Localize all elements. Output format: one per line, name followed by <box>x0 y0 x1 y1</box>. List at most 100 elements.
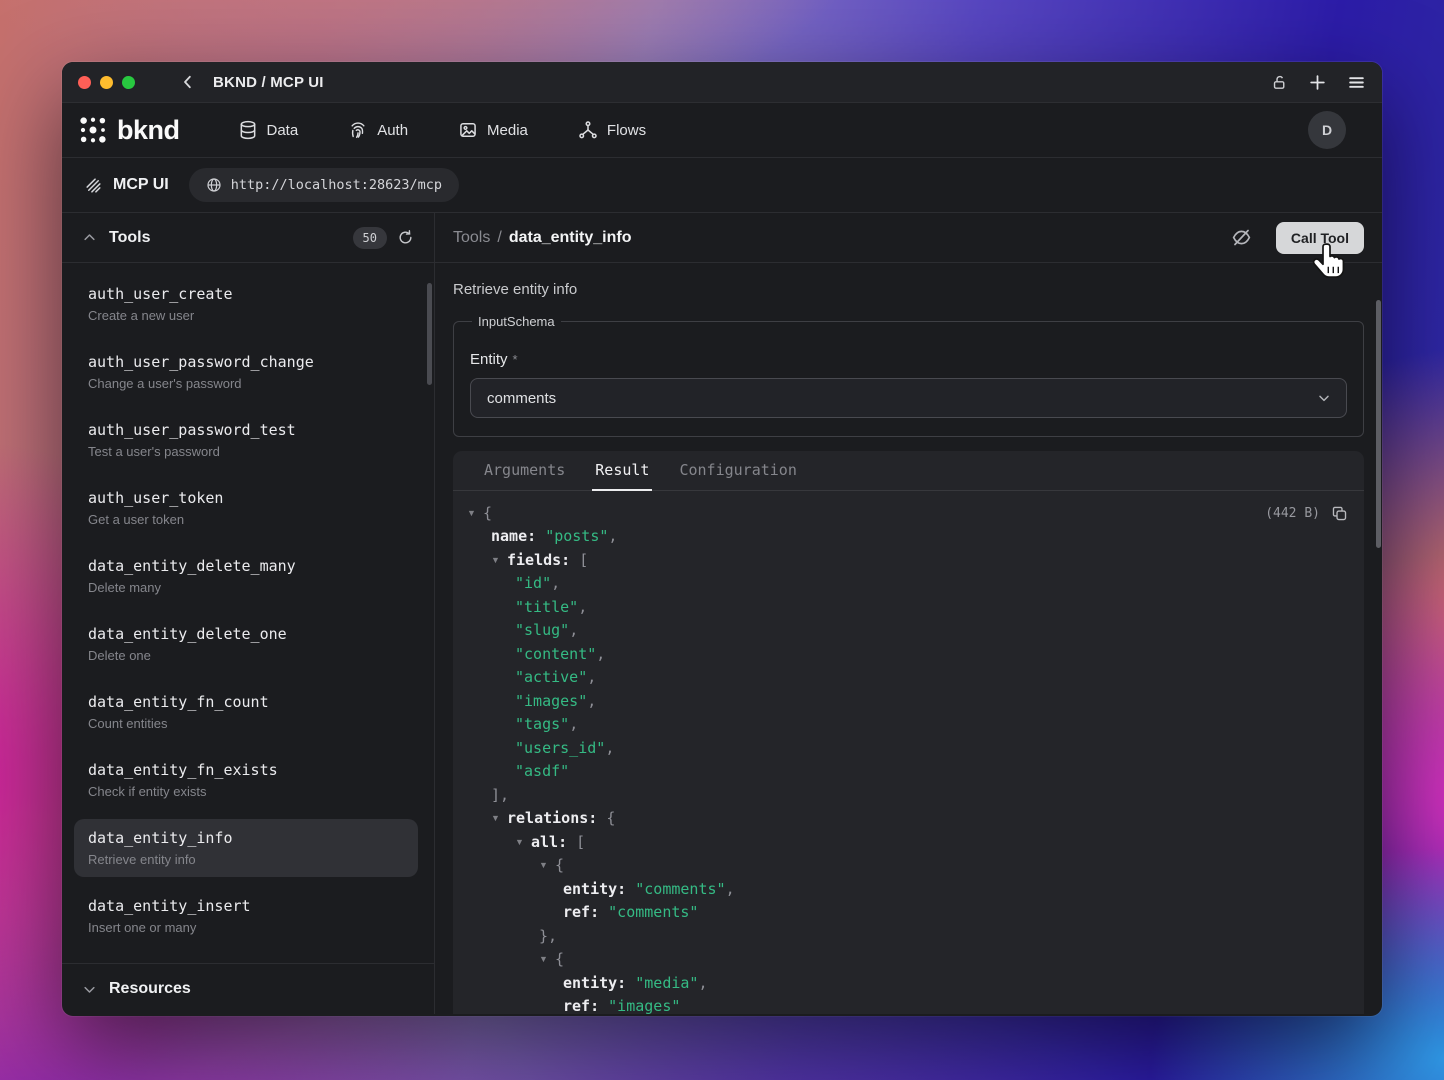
json-key: entity: <box>563 880 626 898</box>
json-string: "tags" <box>515 715 569 733</box>
tool-detail-pane: Tools / data_entity_info Call Tool Retri… <box>435 213 1382 1014</box>
titlebar: BKND / MCP UI <box>62 62 1382 103</box>
collapse-triangle-icon[interactable]: ▼ <box>539 860 555 870</box>
eye-off-icon <box>1231 227 1252 248</box>
tool-name: data_entity_delete_one <box>88 625 404 643</box>
breadcrumb-section[interactable]: Tools <box>453 229 490 247</box>
entity-select[interactable]: comments <box>470 378 1347 418</box>
brand-logo[interactable]: bknd <box>78 115 180 146</box>
json-string: "posts" <box>545 527 608 545</box>
collapse-triangle-icon[interactable]: ▼ <box>467 508 483 518</box>
entity-select-value: comments <box>487 390 556 407</box>
json-string: "comments" <box>635 880 725 898</box>
tools-sidebar: Tools 50 auth_user_create Create a new us… <box>62 213 435 1014</box>
collapse-triangle-icon[interactable]: ▼ <box>491 813 507 823</box>
json-line: "id", <box>453 572 1364 596</box>
json-line: }, <box>453 924 1364 948</box>
tool-description: Create a new user <box>88 308 404 323</box>
tab-result[interactable]: Result <box>592 451 652 491</box>
tool-list-item[interactable]: data_entity_fn_countCount entities <box>74 683 418 741</box>
tab-arguments[interactable]: Arguments <box>481 451 568 491</box>
tool-list-item[interactable]: data_entity_info Retrieve entity info <box>74 819 418 877</box>
chevron-down-icon <box>82 982 97 997</box>
copy-icon <box>1331 505 1348 522</box>
breadcrumb-current: data_entity_info <box>509 229 632 247</box>
window-scrollbar[interactable] <box>1376 300 1381 548</box>
server-url-pill[interactable]: http://localhost:28623/mcp <box>189 168 459 202</box>
refresh-tools-button[interactable] <box>397 229 414 246</box>
json-punctuation: , <box>587 668 596 686</box>
nav-item-auth[interactable]: Auth <box>348 120 408 140</box>
nav-item-data[interactable]: Data <box>238 120 299 140</box>
json-punctuation: , <box>587 692 596 710</box>
nav-item-flows[interactable]: Flows <box>578 120 646 140</box>
json-punctuation: , <box>605 739 614 757</box>
new-tab-button[interactable] <box>1308 73 1327 92</box>
tool-list-item[interactable]: data_entity_delete_oneDelete one <box>74 615 418 673</box>
back-button[interactable] <box>179 73 197 91</box>
tool-list-item[interactable]: data_entity_delete_manyDelete many <box>74 547 418 605</box>
tools-count-badge: 50 <box>353 227 387 249</box>
minimize-button[interactable] <box>100 76 113 89</box>
zoom-button[interactable] <box>122 76 135 89</box>
json-punctuation: }, <box>539 927 557 945</box>
menu-icon <box>1347 73 1366 92</box>
json-string: "title" <box>515 598 578 616</box>
collapse-triangle-icon[interactable]: ▼ <box>491 555 507 565</box>
tools-title: Tools <box>109 229 150 247</box>
tool-list-item[interactable]: data_entity_insertInsert one or many <box>74 887 418 945</box>
json-line: "slug", <box>453 619 1364 643</box>
json-line: "asdf" <box>453 760 1364 784</box>
json-key: name: <box>491 527 536 545</box>
json-line: "images", <box>453 689 1364 713</box>
chevron-down-icon <box>1316 390 1332 406</box>
json-string: "slug" <box>515 621 569 639</box>
flows-icon <box>578 120 598 140</box>
tool-name: data_entity_fn_exists <box>88 761 404 779</box>
json-key: ref: <box>563 903 599 921</box>
app-window: BKND / MCP UI bknd Data <box>62 62 1382 1016</box>
json-punctuation: , <box>608 527 617 545</box>
user-avatar[interactable]: D <box>1308 111 1346 149</box>
tool-list-item[interactable]: data_entity_fn_exists Check if entity exi… <box>74 751 418 809</box>
nav-item-label: Data <box>267 122 299 139</box>
lock-button[interactable] <box>1271 74 1288 91</box>
nav-item-media[interactable]: Media <box>458 120 528 140</box>
required-marker: * <box>513 352 518 367</box>
content-area: Tools 50 auth_user_create Create a new us… <box>62 213 1382 1014</box>
toggle-visibility-button[interactable] <box>1231 227 1252 248</box>
nav-item-label: Auth <box>377 122 408 139</box>
tool-list-item[interactable]: auth_user_tokenGet a user token <box>74 479 418 537</box>
call-tool-button[interactable]: Call Tool <box>1276 222 1364 254</box>
breadcrumb-separator: / <box>497 229 501 247</box>
tool-name: auth_user_password_test <box>88 421 404 439</box>
tool-list-item[interactable]: auth_user_password_testTest a user's pas… <box>74 411 418 469</box>
tools-header[interactable]: Tools 50 <box>62 213 434 263</box>
json-string: "active" <box>515 668 587 686</box>
tools-list: auth_user_createCreate a new userauth_us… <box>62 263 434 963</box>
tab-configuration[interactable]: Configuration <box>676 451 799 491</box>
close-button[interactable] <box>78 76 91 89</box>
entity-field-label: Entity * <box>470 351 1347 368</box>
collapse-triangle-icon[interactable]: ▼ <box>515 837 531 847</box>
tool-name: data_entity_info <box>88 829 404 847</box>
json-string: "users_id" <box>515 739 605 757</box>
json-line: ▼{ <box>453 948 1364 972</box>
copy-result-button[interactable] <box>1331 505 1348 522</box>
resources-header[interactable]: Resources <box>62 963 434 1014</box>
tool-name: data_entity_delete_many <box>88 557 404 575</box>
json-string: "images" <box>515 692 587 710</box>
collapse-triangle-icon[interactable]: ▼ <box>539 954 555 964</box>
tool-list-item[interactable]: auth_user_create Create a new user <box>74 275 418 333</box>
tool-description: Check if entity exists <box>88 784 404 799</box>
json-string: "comments" <box>608 903 698 921</box>
tool-name: auth_user_create <box>88 285 404 303</box>
json-line: ▼relations: { <box>453 807 1364 831</box>
tool-list-item[interactable]: auth_user_password_changeChange a user's… <box>74 343 418 401</box>
json-punctuation <box>536 527 545 545</box>
window-menu-button[interactable] <box>1347 73 1366 92</box>
tool-description: Retrieve entity info <box>88 852 404 867</box>
tool-description: Retrieve entity info <box>453 281 1364 298</box>
sidebar-scrollbar[interactable] <box>427 283 432 385</box>
json-punctuation: , <box>569 621 578 639</box>
